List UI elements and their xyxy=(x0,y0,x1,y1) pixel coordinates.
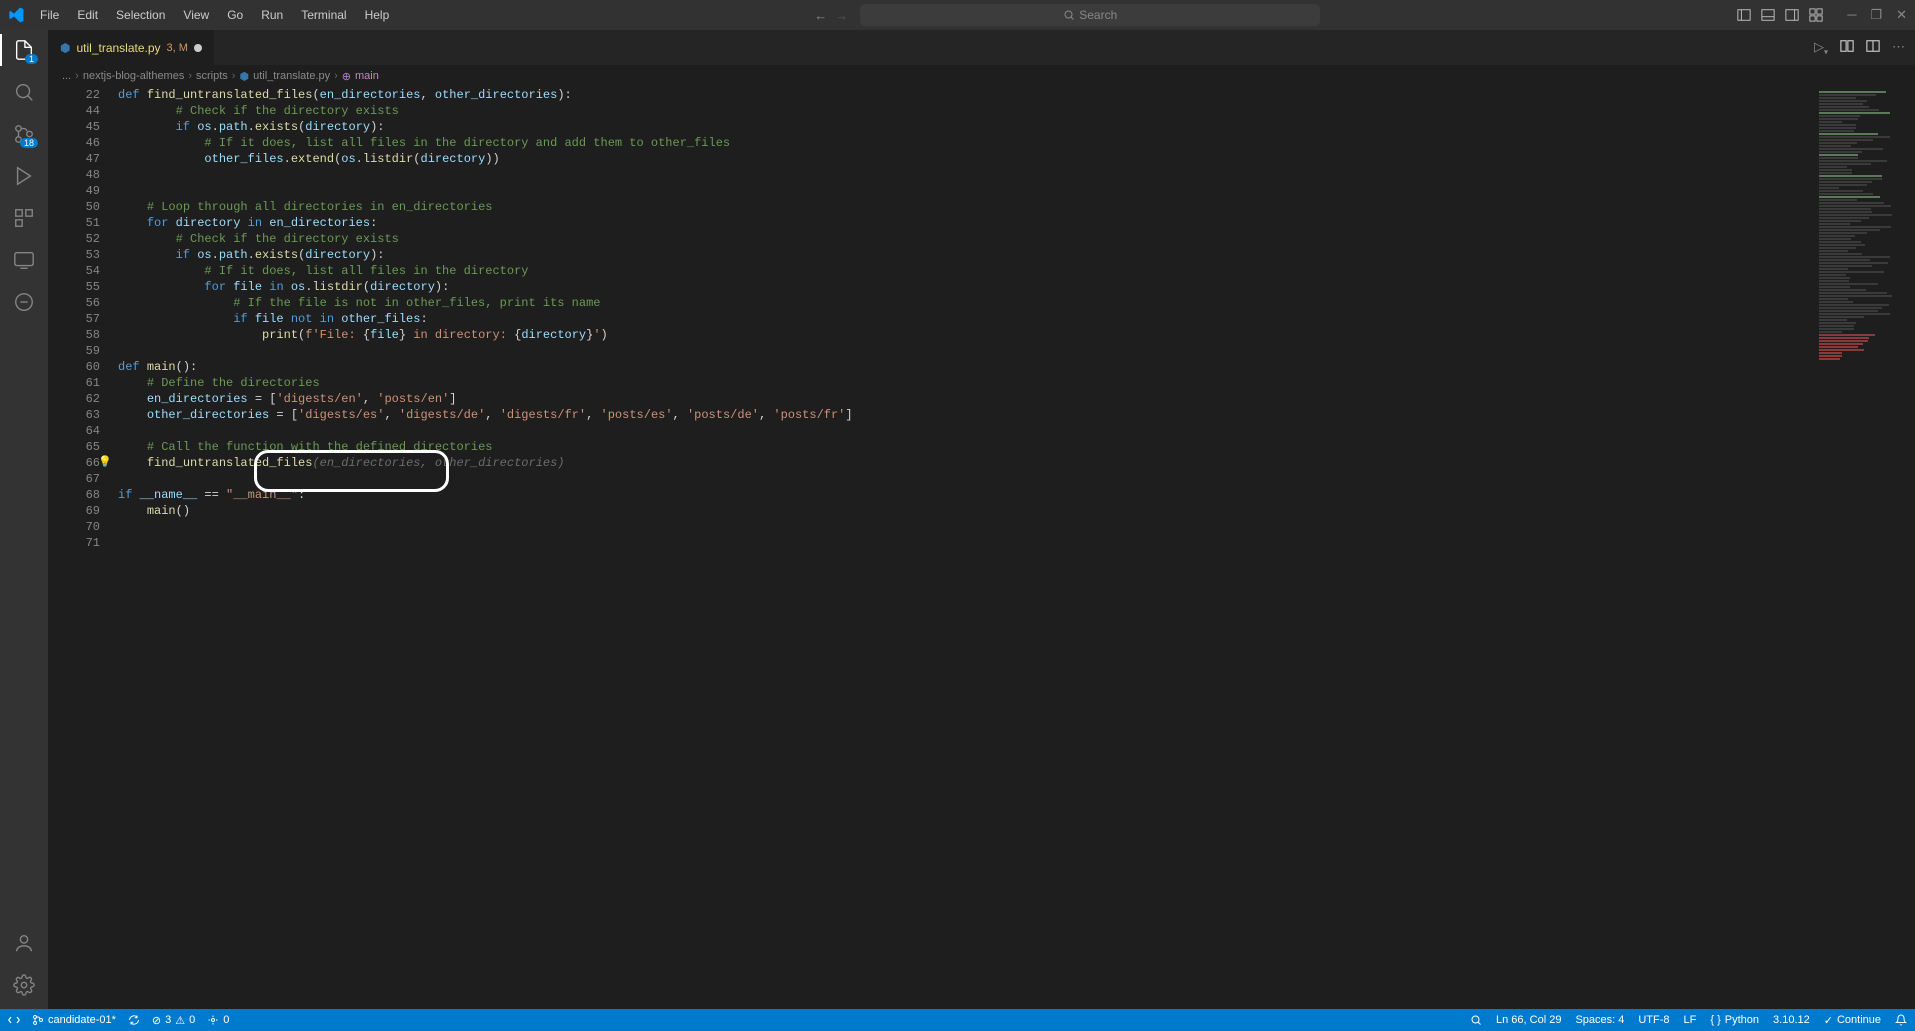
menu-file[interactable]: File xyxy=(32,4,67,26)
python-file-icon: ⬢ xyxy=(239,70,249,83)
breadcrumb[interactable]: ... › nextjs-blog-althemes › scripts › ⬢… xyxy=(48,65,1915,87)
titlebar: File Edit Selection View Go Run Terminal… xyxy=(0,0,1915,30)
activity-settings[interactable] xyxy=(12,973,36,997)
continue-status[interactable]: ✓Continue xyxy=(1824,1014,1881,1027)
activity-source-control[interactable]: 18 xyxy=(12,122,36,146)
chevron-right-icon: › xyxy=(232,70,236,82)
code-content[interactable]: def find_untranslated_files(en_directori… xyxy=(118,87,1915,1009)
activity-continue[interactable] xyxy=(12,290,36,314)
breadcrumb-part[interactable]: ... xyxy=(62,70,71,82)
scm-badge: 18 xyxy=(20,138,38,148)
activity-remote[interactable] xyxy=(12,248,36,272)
menu-run[interactable]: Run xyxy=(253,4,291,26)
menu-go[interactable]: Go xyxy=(219,4,251,26)
menu-view[interactable]: View xyxy=(175,4,217,26)
customize-layout-icon[interactable] xyxy=(1809,8,1823,22)
close-icon[interactable]: ✕ xyxy=(1896,7,1907,23)
activity-bar: 1 18 xyxy=(0,30,48,1009)
chevron-right-icon: › xyxy=(75,70,79,82)
python-version[interactable]: 3.10.12 xyxy=(1773,1014,1810,1026)
activity-accounts[interactable] xyxy=(12,931,36,955)
tab-util-translate[interactable]: ⬢ util_translate.py 3, M xyxy=(48,30,215,65)
chevron-right-icon: › xyxy=(334,70,338,82)
minimize-icon[interactable]: ─ xyxy=(1847,7,1856,23)
git-branch[interactable]: candidate-01* xyxy=(32,1014,116,1026)
encoding[interactable]: UTF-8 xyxy=(1638,1014,1669,1026)
activity-search[interactable] xyxy=(12,80,36,104)
python-file-icon: ⬢ xyxy=(60,41,70,55)
eol[interactable]: LF xyxy=(1684,1014,1697,1026)
nav-back-icon[interactable]: ← xyxy=(814,8,827,23)
cursor-position[interactable]: Ln 66, Col 29 xyxy=(1496,1014,1561,1026)
breadcrumb-part[interactable]: scripts xyxy=(196,70,228,82)
split-editor-icon[interactable] xyxy=(1866,39,1880,57)
symbol-function-icon: ⊕ xyxy=(342,70,351,83)
toggle-secondary-sidebar-icon[interactable] xyxy=(1785,8,1799,22)
sync-icon[interactable] xyxy=(128,1014,140,1026)
explorer-badge: 1 xyxy=(25,54,38,64)
toggle-panel-icon[interactable] xyxy=(1761,8,1775,22)
vscode-logo-icon xyxy=(8,7,24,23)
editor-area: ⬢ util_translate.py 3, M ▷▾ ⋯ ... › next… xyxy=(48,30,1915,1009)
chevron-right-icon: › xyxy=(188,70,192,82)
breadcrumb-part[interactable]: util_translate.py xyxy=(253,70,330,82)
menu-help[interactable]: Help xyxy=(357,4,398,26)
status-search-icon[interactable] xyxy=(1470,1014,1482,1026)
search-placeholder: Search xyxy=(1079,8,1117,22)
notifications-icon[interactable] xyxy=(1895,1014,1907,1026)
problems-indicator[interactable]: ⊘3 ⚠0 xyxy=(152,1014,195,1027)
minimap[interactable] xyxy=(1815,87,1915,1009)
search-icon xyxy=(1063,9,1075,21)
run-file-icon[interactable]: ▷▾ xyxy=(1814,39,1828,57)
ports-indicator[interactable]: 0 xyxy=(207,1014,229,1026)
indentation[interactable]: Spaces: 4 xyxy=(1575,1014,1624,1026)
activity-extensions[interactable] xyxy=(12,206,36,230)
statusbar: candidate-01* ⊘3 ⚠0 0 Ln 66, Col 29 Spac… xyxy=(0,1009,1915,1031)
activity-run-debug[interactable] xyxy=(12,164,36,188)
tab-modified-badge: 3, M xyxy=(167,42,188,54)
line-number-gutter: 2244454647484950515253545556575859606162… xyxy=(48,87,118,1009)
breadcrumb-symbol[interactable]: main xyxy=(355,70,379,82)
toggle-primary-sidebar-icon[interactable] xyxy=(1737,8,1751,22)
menu-edit[interactable]: Edit xyxy=(69,4,106,26)
compare-changes-icon[interactable] xyxy=(1840,39,1854,57)
more-actions-icon[interactable]: ⋯ xyxy=(1892,39,1905,57)
command-center-search[interactable]: Search xyxy=(860,4,1320,26)
maximize-icon[interactable]: ❐ xyxy=(1870,7,1882,23)
nav-forward-icon[interactable]: → xyxy=(835,8,848,23)
breadcrumb-part[interactable]: nextjs-blog-althemes xyxy=(83,70,185,82)
menubar: File Edit Selection View Go Run Terminal… xyxy=(32,4,397,26)
code-editor[interactable]: 2244454647484950515253545556575859606162… xyxy=(48,87,1915,1009)
remote-indicator[interactable] xyxy=(8,1014,20,1026)
language-mode[interactable]: { }Python xyxy=(1710,1014,1759,1026)
tab-dirty-indicator xyxy=(194,44,202,52)
activity-explorer[interactable]: 1 xyxy=(12,38,36,62)
tab-filename: util_translate.py xyxy=(76,41,160,55)
editor-tabs: ⬢ util_translate.py 3, M ▷▾ ⋯ xyxy=(48,30,1915,65)
menu-selection[interactable]: Selection xyxy=(108,4,173,26)
menu-terminal[interactable]: Terminal xyxy=(293,4,354,26)
lightbulb-icon[interactable]: 💡 xyxy=(98,455,112,471)
